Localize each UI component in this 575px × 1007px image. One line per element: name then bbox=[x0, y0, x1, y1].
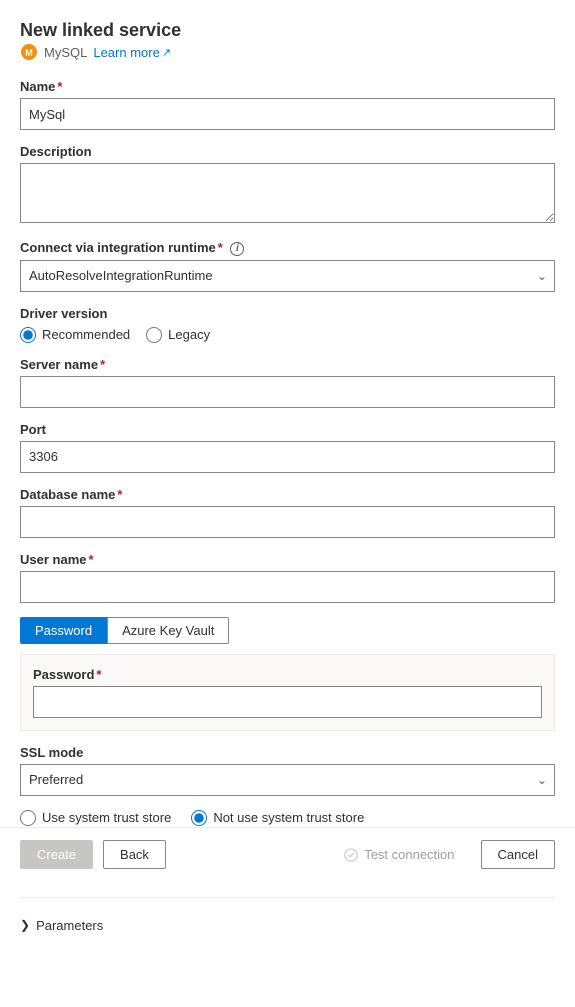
trust-store-not-use-radio[interactable] bbox=[191, 810, 207, 826]
driver-recommended-option[interactable]: Recommended bbox=[20, 327, 130, 343]
divider bbox=[20, 897, 555, 898]
driver-version-radio-group: Recommended Legacy bbox=[20, 327, 555, 343]
svg-text:M: M bbox=[25, 48, 33, 58]
ssl-mode-select-wrapper: Preferred Required Disabled ⌄ bbox=[20, 764, 555, 796]
port-label: Port bbox=[20, 422, 555, 437]
parameters-label: Parameters bbox=[36, 918, 103, 933]
description-label: Description bbox=[20, 144, 555, 159]
driver-recommended-radio[interactable] bbox=[20, 327, 36, 343]
mysql-icon: M bbox=[20, 43, 38, 61]
footer: Create Back Test connection Cancel bbox=[0, 827, 575, 881]
external-link-icon: ↗ bbox=[162, 46, 171, 59]
auth-tab-group: Password Azure Key Vault bbox=[20, 617, 555, 644]
cancel-button[interactable]: Cancel bbox=[481, 840, 555, 869]
db-required: * bbox=[117, 487, 122, 502]
server-required: * bbox=[100, 357, 105, 372]
database-name-label: Database name* bbox=[20, 487, 555, 502]
parameters-row[interactable]: ❯ Parameters bbox=[20, 914, 555, 937]
chevron-right-icon: ❯ bbox=[20, 918, 30, 932]
test-connection-button: Test connection bbox=[328, 841, 470, 868]
runtime-required: * bbox=[218, 240, 223, 255]
driver-recommended-label: Recommended bbox=[42, 327, 130, 342]
integration-runtime-label: Connect via integration runtime* i bbox=[20, 240, 555, 256]
test-connection-label: Test connection bbox=[364, 847, 454, 862]
ssl-mode-group: SSL mode Preferred Required Disabled ⌄ bbox=[20, 745, 555, 796]
user-name-input[interactable] bbox=[20, 571, 555, 603]
test-connection-icon bbox=[344, 848, 358, 862]
description-group: Description bbox=[20, 144, 555, 226]
name-required: * bbox=[57, 79, 62, 94]
trust-store-not-use-option[interactable]: Not use system trust store bbox=[191, 810, 364, 826]
server-name-group: Server name* bbox=[20, 357, 555, 408]
user-required: * bbox=[88, 552, 93, 567]
name-group: Name* bbox=[20, 79, 555, 130]
port-input[interactable] bbox=[20, 441, 555, 473]
port-group: Port bbox=[20, 422, 555, 473]
info-icon[interactable]: i bbox=[230, 242, 244, 256]
description-input[interactable] bbox=[20, 163, 555, 223]
user-name-label: User name* bbox=[20, 552, 555, 567]
tab-password[interactable]: Password bbox=[20, 617, 107, 644]
trust-store-system-label: Use system trust store bbox=[42, 810, 171, 825]
password-input[interactable] bbox=[33, 686, 542, 718]
subtitle-row: M MySQL Learn more ↗ bbox=[20, 43, 555, 61]
database-name-input[interactable] bbox=[20, 506, 555, 538]
integration-runtime-group: Connect via integration runtime* i AutoR… bbox=[20, 240, 555, 292]
integration-runtime-select[interactable]: AutoResolveIntegrationRuntime bbox=[20, 260, 555, 292]
driver-version-label: Driver version bbox=[20, 306, 555, 321]
name-label: Name* bbox=[20, 79, 555, 94]
back-button[interactable]: Back bbox=[103, 840, 166, 869]
server-name-input[interactable] bbox=[20, 376, 555, 408]
server-name-label: Server name* bbox=[20, 357, 555, 372]
password-label: Password* bbox=[33, 667, 542, 682]
ssl-mode-label: SSL mode bbox=[20, 745, 555, 760]
integration-runtime-select-wrapper: AutoResolveIntegrationRuntime ⌄ bbox=[20, 260, 555, 292]
ssl-mode-select[interactable]: Preferred Required Disabled bbox=[20, 764, 555, 796]
name-input[interactable] bbox=[20, 98, 555, 130]
trust-store-group: Use system trust store Not use system tr… bbox=[20, 810, 555, 826]
password-group: Password* bbox=[33, 667, 542, 718]
tab-azure-key-vault[interactable]: Azure Key Vault bbox=[107, 617, 229, 644]
trust-store-not-use-label: Not use system trust store bbox=[213, 810, 364, 825]
trust-store-system-option[interactable]: Use system trust store bbox=[20, 810, 171, 826]
subtitle-text: MySQL bbox=[44, 45, 87, 60]
database-name-group: Database name* bbox=[20, 487, 555, 538]
create-button[interactable]: Create bbox=[20, 840, 93, 869]
page-title: New linked service bbox=[20, 20, 555, 41]
driver-legacy-option[interactable]: Legacy bbox=[146, 327, 210, 343]
trust-store-system-radio[interactable] bbox=[20, 810, 36, 826]
password-required: * bbox=[96, 667, 101, 682]
password-section: Password* bbox=[20, 654, 555, 731]
driver-legacy-radio[interactable] bbox=[146, 327, 162, 343]
learn-more-link[interactable]: Learn more ↗ bbox=[93, 45, 171, 60]
driver-legacy-label: Legacy bbox=[168, 327, 210, 342]
driver-version-group: Driver version Recommended Legacy bbox=[20, 306, 555, 343]
user-name-group: User name* bbox=[20, 552, 555, 603]
